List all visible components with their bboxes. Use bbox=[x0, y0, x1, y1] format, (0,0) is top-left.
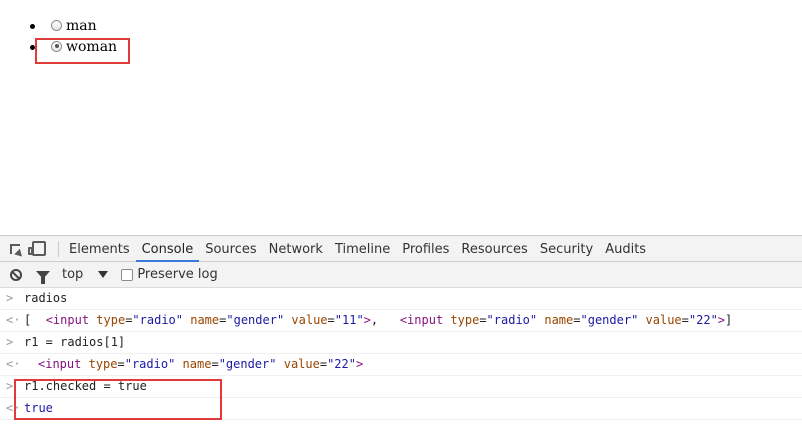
console-output-element[interactable]: <input type="radio" name="gender" value=… bbox=[38, 357, 363, 371]
input-prompt-icon: > bbox=[6, 379, 14, 393]
preserve-log-checkbox[interactable] bbox=[121, 268, 134, 281]
console-output-line: <· <input type="radio" name="gender" val… bbox=[0, 354, 802, 376]
tab-console[interactable]: Console bbox=[135, 236, 200, 262]
tab-sources[interactable]: Sources bbox=[199, 236, 262, 262]
device-mode-icon[interactable] bbox=[28, 241, 46, 256]
output-prompt-icon: <· bbox=[6, 313, 21, 327]
inspect-element-icon[interactable] bbox=[10, 243, 20, 254]
devtools-tab-bar: Elements Console Sources Network Timelin… bbox=[0, 235, 802, 262]
tab-security[interactable]: Security bbox=[534, 236, 599, 262]
clear-console-icon[interactable] bbox=[10, 268, 22, 281]
context-selector[interactable]: top bbox=[62, 267, 83, 282]
annotation-highlight-woman bbox=[35, 38, 130, 64]
preserve-log-label: Preserve log bbox=[137, 267, 218, 282]
page-content: man woman bbox=[0, 0, 802, 235]
tab-audits[interactable]: Audits bbox=[599, 236, 652, 262]
console-input-line: > radios bbox=[0, 288, 802, 310]
radio-label-man: man bbox=[66, 18, 97, 34]
chevron-down-icon[interactable] bbox=[98, 271, 109, 278]
toolbar-divider bbox=[58, 240, 59, 257]
tab-timeline[interactable]: Timeline bbox=[329, 236, 396, 262]
radio-button-man[interactable] bbox=[51, 19, 62, 31]
input-prompt-icon: > bbox=[6, 335, 14, 349]
radio-option-man[interactable]: man bbox=[30, 16, 97, 36]
annotation-highlight-console bbox=[14, 379, 222, 420]
console-output-array[interactable]: [ <input type="radio" name="gender" valu… bbox=[24, 313, 732, 327]
input-prompt-icon: > bbox=[6, 291, 14, 305]
console-output-line: <· [ <input type="radio" name="gender" v… bbox=[0, 310, 802, 332]
tab-profiles[interactable]: Profiles bbox=[396, 236, 455, 262]
tab-resources[interactable]: Resources bbox=[455, 236, 533, 262]
tab-elements[interactable]: Elements bbox=[63, 236, 136, 262]
tab-network[interactable]: Network bbox=[263, 236, 329, 262]
console-input-text: radios bbox=[24, 291, 68, 305]
console-toolbar: top Preserve log bbox=[0, 262, 802, 288]
list-bullet bbox=[30, 23, 35, 29]
console-input-text: r1 = radios[1] bbox=[24, 335, 126, 349]
filter-icon[interactable] bbox=[36, 270, 50, 284]
output-prompt-icon: <· bbox=[6, 357, 21, 371]
console-input-line: > r1 = radios[1] bbox=[0, 332, 802, 354]
